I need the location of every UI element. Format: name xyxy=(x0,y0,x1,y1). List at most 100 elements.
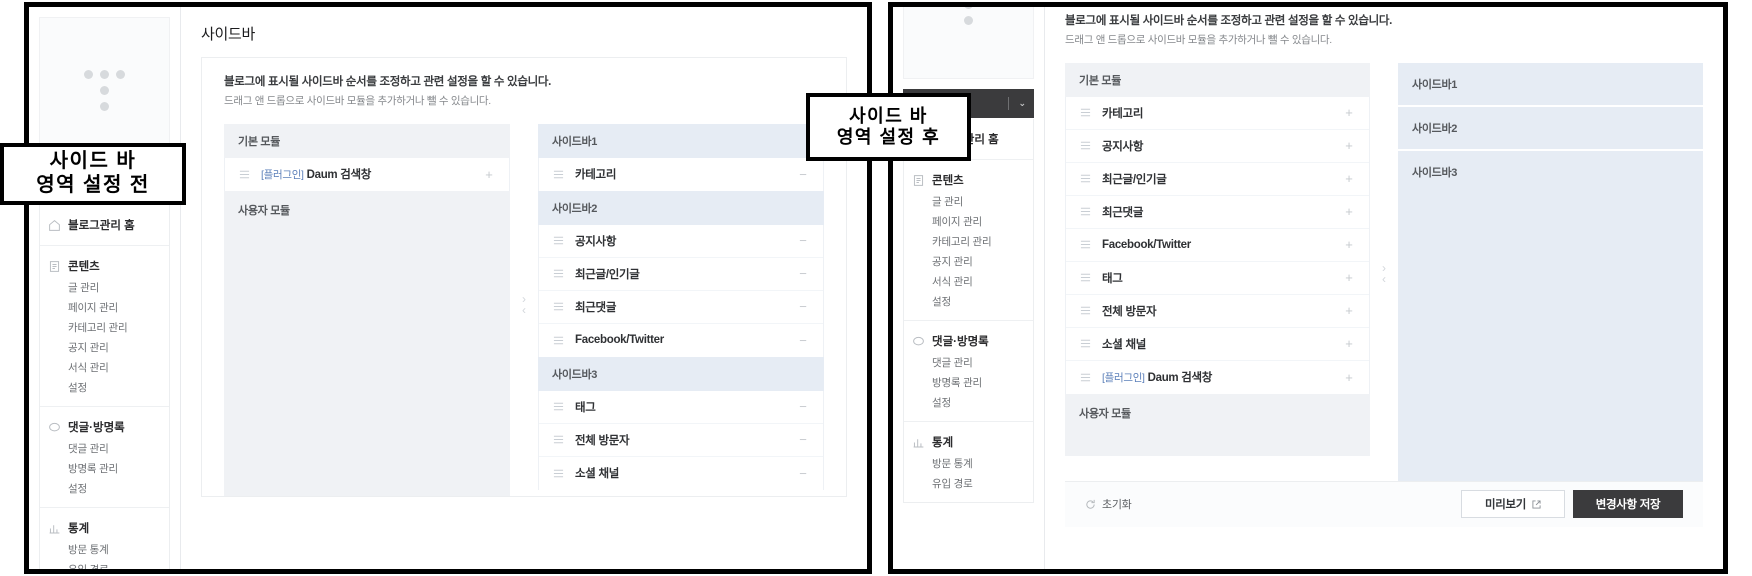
sidebar-subitem-notice[interactable]: 공지 관리 xyxy=(904,251,1033,271)
remove-module-button[interactable]: − xyxy=(795,433,811,446)
drag-handle-icon[interactable] xyxy=(1080,239,1091,250)
list-item[interactable]: 전체 방문자 − xyxy=(539,423,823,457)
sidebar3-slot[interactable]: 사이드바3 xyxy=(1398,148,1703,481)
list-item[interactable]: 소셜 채널 − xyxy=(539,456,823,490)
remove-module-button[interactable]: − xyxy=(795,300,811,313)
list-item[interactable]: [플러그인] Daum 검색창 + xyxy=(225,157,509,191)
drag-handle-icon[interactable] xyxy=(239,169,250,180)
list-item[interactable]: 공지사항 + xyxy=(1066,129,1369,163)
list-item[interactable]: 공지사항 − xyxy=(539,224,823,258)
list-item[interactable]: 카테고리 + xyxy=(1066,96,1369,130)
transfer-arrows-icon[interactable]: › ‹ xyxy=(522,293,526,316)
sidebar-item-contents[interactable]: 콘텐츠 xyxy=(40,255,169,277)
sidebar-subitem-referrer[interactable]: 유입 경로 xyxy=(40,559,169,570)
annotation-after-line1: 사이드 바 xyxy=(849,105,928,126)
list-item[interactable]: Facebook/Twitter − xyxy=(539,323,823,357)
add-module-button[interactable]: + xyxy=(1341,238,1357,251)
preview-button[interactable]: 미리보기 xyxy=(1461,490,1565,519)
list-item[interactable]: 최근댓글 − xyxy=(539,290,823,324)
drag-handle-icon[interactable] xyxy=(553,468,564,479)
drag-handle-icon[interactable] xyxy=(553,335,564,346)
sidebar-subitem-settings[interactable]: 설정 xyxy=(904,291,1033,311)
add-module-button[interactable]: + xyxy=(1341,371,1357,384)
sidebar-subitem-referrer[interactable]: 유입 경로 xyxy=(904,473,1033,493)
sidebar-item-home[interactable]: 블로그관리 홈 xyxy=(40,214,169,236)
add-module-button[interactable]: + xyxy=(1341,139,1357,152)
add-module-button[interactable]: + xyxy=(1341,205,1357,218)
sidebar2-header: 사이드바2 xyxy=(538,190,824,225)
drag-handle-icon[interactable] xyxy=(553,434,564,445)
list-item[interactable]: 태그 − xyxy=(539,390,823,424)
sidebar-subitem-guestbook[interactable]: 방명록 관리 xyxy=(40,458,169,478)
drag-handle-icon[interactable] xyxy=(1080,206,1091,217)
sidebar-subitem-comment-manage[interactable]: 댓글 관리 xyxy=(904,352,1033,372)
reset-button[interactable]: 초기화 xyxy=(1085,496,1132,512)
list-item[interactable]: 전체 방문자 + xyxy=(1066,294,1369,328)
sidebar-subitem-format[interactable]: 서식 관리 xyxy=(904,271,1033,291)
sidebar-subitem-comment-settings[interactable]: 설정 xyxy=(904,392,1033,412)
add-module-button[interactable]: + xyxy=(1341,271,1357,284)
remove-module-button[interactable]: − xyxy=(795,234,811,247)
sidebar-subitem-comment-settings[interactable]: 설정 xyxy=(40,478,169,498)
remove-module-button[interactable]: − xyxy=(795,400,811,413)
admin-nav-list: 블로그관리 홈 콘텐츠 글 관리 페이지 관리 카테고리 관리 xyxy=(903,119,1034,503)
sidebar3-list: 태그 − 전체 방문자 − 소셜 채널 − xyxy=(538,390,824,490)
drag-handle-icon[interactable] xyxy=(1080,107,1091,118)
drag-handle-icon[interactable] xyxy=(1080,338,1091,349)
sidebar-subitem-page[interactable]: 페이지 관리 xyxy=(40,297,169,317)
add-module-button[interactable]: + xyxy=(1341,304,1357,317)
sidebar-subitem-category[interactable]: 카테고리 관리 xyxy=(40,317,169,337)
sidebar-item-stats[interactable]: 통계 xyxy=(904,431,1033,453)
drag-handle-icon[interactable] xyxy=(553,235,564,246)
sidebar-subitem-comment-manage[interactable]: 댓글 관리 xyxy=(40,438,169,458)
sidebar-item-label: 콘텐츠 xyxy=(932,175,964,187)
drag-handle-icon[interactable] xyxy=(1080,372,1091,383)
list-item[interactable]: 최근글/인기글 + xyxy=(1066,162,1369,196)
module-label: 공지사항 xyxy=(575,235,617,248)
card-description: 블로그에 표시될 사이드바 순서를 조정하고 관련 설정을 할 수 있습니다. … xyxy=(1065,13,1703,63)
drag-handle-icon[interactable] xyxy=(1080,173,1091,184)
sidebar-settings-card: 블로그에 표시될 사이드바 순서를 조정하고 관련 설정을 할 수 있습니다. … xyxy=(201,57,847,497)
add-module-button[interactable]: + xyxy=(1341,106,1357,119)
sidebar-item-contents[interactable]: 콘텐츠 xyxy=(904,169,1033,191)
sidebar-subitem-post[interactable]: 글 관리 xyxy=(40,277,169,297)
sidebar-subitem-format[interactable]: 서식 관리 xyxy=(40,357,169,377)
list-item[interactable]: 최근글/인기글 − xyxy=(539,257,823,291)
drag-handle-icon[interactable] xyxy=(553,268,564,279)
remove-module-button[interactable]: − xyxy=(795,267,811,280)
add-module-button[interactable]: + xyxy=(481,168,497,181)
save-button[interactable]: 변경사항 저장 xyxy=(1573,490,1683,519)
sidebar-subitem-visit-stats[interactable]: 방문 통계 xyxy=(904,453,1033,473)
list-item[interactable]: [플러그인] Daum 검색창 + xyxy=(1066,360,1369,394)
sidebar-subitem-page[interactable]: 페이지 관리 xyxy=(904,211,1033,231)
module-pool-column: 기본 모듈 카테고리 + 공지사항 + 최근글/인기글 + 최근댓글 + Fac… xyxy=(1065,62,1370,481)
sidebar1-slot[interactable]: 사이드바1 xyxy=(1398,62,1703,105)
sidebar-subitem-notice[interactable]: 공지 관리 xyxy=(40,337,169,357)
drag-handle-icon[interactable] xyxy=(1080,272,1091,283)
sidebar-subitem-visit-stats[interactable]: 방문 통계 xyxy=(40,539,169,559)
remove-module-button[interactable]: − xyxy=(795,168,811,181)
list-item[interactable]: 태그 + xyxy=(1066,261,1369,295)
sidebar2-slot[interactable]: 사이드바2 xyxy=(1398,104,1703,149)
list-item[interactable]: Facebook/Twitter + xyxy=(1066,228,1369,262)
sidebar-subitem-category[interactable]: 카테고리 관리 xyxy=(904,231,1033,251)
add-module-button[interactable]: + xyxy=(1341,172,1357,185)
drag-handle-icon[interactable] xyxy=(1080,305,1091,316)
sidebar-item-comments[interactable]: 댓글·방명록 xyxy=(40,416,169,438)
sidebar-subitem-post[interactable]: 글 관리 xyxy=(904,191,1033,211)
list-item[interactable]: 카테고리 − xyxy=(539,157,823,191)
sidebar-item-stats[interactable]: 통계 xyxy=(40,517,169,539)
remove-module-button[interactable]: − xyxy=(795,467,811,480)
add-module-button[interactable]: + xyxy=(1341,337,1357,350)
remove-module-button[interactable]: − xyxy=(795,334,811,347)
transfer-arrows-icon[interactable]: › ‹ xyxy=(1382,262,1386,285)
drag-handle-icon[interactable] xyxy=(553,301,564,312)
list-item[interactable]: 최근댓글 + xyxy=(1066,195,1369,229)
sidebar-subitem-guestbook[interactable]: 방명록 관리 xyxy=(904,372,1033,392)
sidebar-item-comments[interactable]: 댓글·방명록 xyxy=(904,330,1033,352)
drag-handle-icon[interactable] xyxy=(1080,140,1091,151)
list-item[interactable]: 소셜 채널 + xyxy=(1066,327,1369,361)
drag-handle-icon[interactable] xyxy=(553,169,564,180)
sidebar-subitem-settings[interactable]: 설정 xyxy=(40,377,169,397)
drag-handle-icon[interactable] xyxy=(553,401,564,412)
